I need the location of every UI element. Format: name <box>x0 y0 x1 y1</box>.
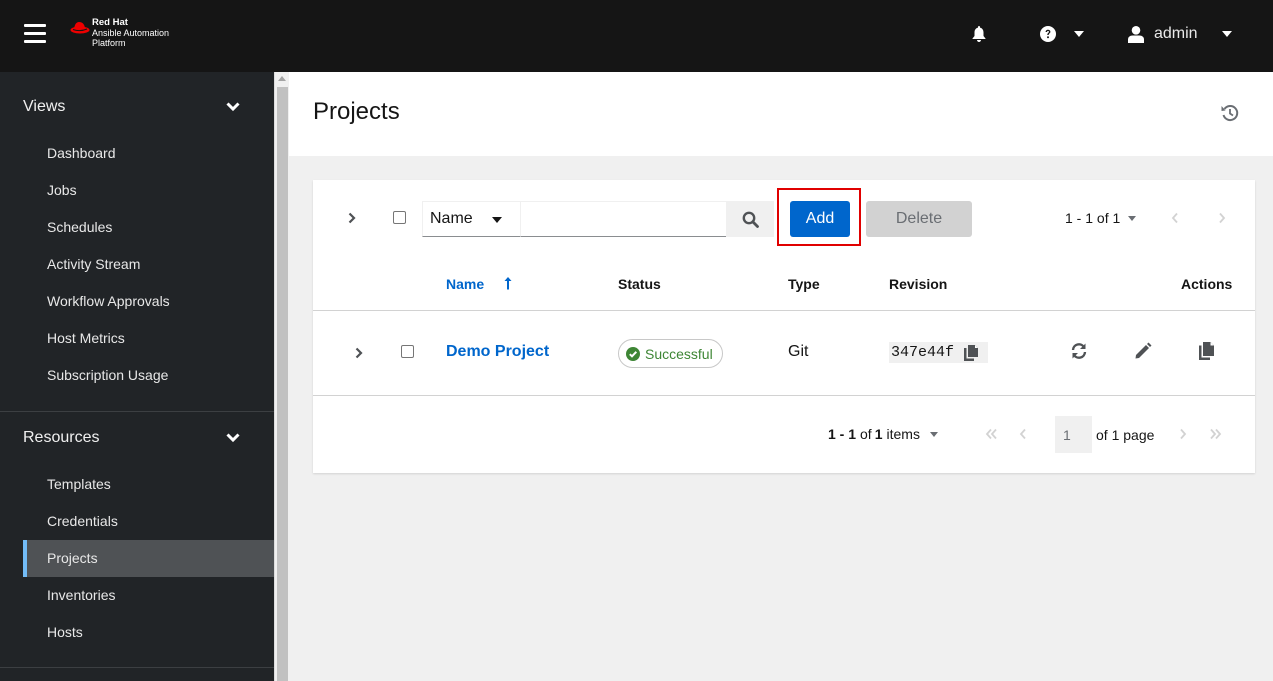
total-pages-label: of 1 page <box>1096 427 1155 443</box>
projects-list-card: Name Add Delete 1 - 1 of 1 Name Status T… <box>313 180 1255 473</box>
sidebar-scrollbar[interactable] <box>274 72 289 681</box>
copy-revision-icon[interactable] <box>964 344 979 361</box>
last-page-icon[interactable] <box>1207 427 1223 441</box>
expand-all-toggle-icon[interactable] <box>347 211 357 225</box>
search-button[interactable] <box>726 201 774 237</box>
caret-down-icon <box>492 217 502 223</box>
column-header-actions: Actions <box>1181 276 1233 292</box>
brand-product-line2: Platform <box>92 38 126 48</box>
red-hat-logo-icon <box>70 22 90 34</box>
next-page-icon[interactable] <box>1216 211 1228 225</box>
chevron-down-icon <box>1074 31 1084 37</box>
revision-hash: 347e44f <box>891 344 955 361</box>
sidebar-item-hosts[interactable]: Hosts <box>23 614 274 651</box>
hamburger-menu-icon[interactable] <box>24 24 46 44</box>
pagination-range: 1 - 1 <box>828 426 857 442</box>
page-title: Projects <box>313 98 400 125</box>
select-all-checkbox[interactable] <box>393 211 406 224</box>
sidebar-item-dashboard[interactable]: Dashboard <box>23 135 274 172</box>
sidebar-item-projects[interactable]: Projects <box>23 540 274 577</box>
filter-field-value: Name <box>430 210 473 227</box>
pagination-unit: items <box>886 426 920 442</box>
pagination-total: 1 <box>874 426 883 442</box>
row-select-checkbox[interactable] <box>401 345 414 358</box>
nav-group-resources[interactable]: Resources <box>23 429 99 447</box>
column-header-status: Status <box>618 276 661 292</box>
delete-button[interactable]: Delete <box>866 201 972 237</box>
bell-icon <box>972 26 986 42</box>
page-header: Projects <box>289 72 1273 156</box>
pagination-summary: 1 - 1 of 1 <box>1065 210 1121 226</box>
previous-page-icon[interactable] <box>1017 427 1029 441</box>
sidebar-item-credentials[interactable]: Credentials <box>23 503 274 540</box>
notifications-button[interactable] <box>972 24 986 44</box>
brand-logo[interactable]: Red Hat Ansible Automation Platform <box>70 18 169 48</box>
help-menu-toggle[interactable] <box>1040 24 1084 44</box>
column-header-revision: Revision <box>889 276 948 292</box>
chevron-down-icon[interactable] <box>226 102 240 112</box>
masthead: Red Hat Ansible Automation Platform admi… <box>0 0 1273 72</box>
column-header-type: Type <box>788 276 820 292</box>
edit-icon[interactable] <box>1134 342 1152 360</box>
current-page-input[interactable] <box>1055 416 1092 453</box>
sidebar-item-inventories[interactable]: Inventories <box>23 577 274 614</box>
table-row-divider <box>313 395 1255 396</box>
check-circle-icon <box>626 346 640 361</box>
pagination-of: of <box>860 426 872 442</box>
previous-page-icon[interactable] <box>1169 211 1181 225</box>
first-page-icon[interactable] <box>984 427 1000 441</box>
sort-ascending-icon[interactable] <box>503 276 513 290</box>
status-text: Successful <box>645 345 713 362</box>
copy-icon[interactable] <box>1198 342 1216 360</box>
chevron-down-icon[interactable] <box>226 433 240 443</box>
caret-down-icon <box>1128 215 1137 221</box>
user-icon <box>1128 25 1144 43</box>
caret-down-icon <box>929 431 938 437</box>
sidebar-item-workflow-approvals[interactable]: Workflow Approvals <box>23 283 274 320</box>
status-badge: Successful <box>618 339 723 368</box>
filter-field-select[interactable]: Name <box>422 201 521 237</box>
brand-product-line1: Ansible Automation <box>92 28 170 38</box>
sidebar-item-schedules[interactable]: Schedules <box>23 209 274 246</box>
sidebar-item-jobs[interactable]: Jobs <box>23 172 274 209</box>
chevron-down-icon <box>1221 31 1232 37</box>
nav-group-views[interactable]: Views <box>23 98 65 116</box>
pagination-toggle-bottom[interactable]: 1 - 1 of 1 items <box>828 426 938 442</box>
nav-divider <box>0 411 274 412</box>
project-name-link[interactable]: Demo Project <box>446 343 549 361</box>
help-icon <box>1040 26 1056 42</box>
scrollbar-thumb[interactable] <box>277 87 288 681</box>
sidebar-item-host-metrics[interactable]: Host Metrics <box>23 320 274 357</box>
revision-code: 347e44f <box>889 342 989 363</box>
search-input[interactable] <box>521 201 726 237</box>
nav-divider <box>0 667 274 668</box>
next-page-icon[interactable] <box>1177 427 1189 441</box>
sidebar-nav: Views Dashboard Jobs Schedules Activity … <box>0 72 274 681</box>
table-header-divider <box>313 310 1255 311</box>
project-type: Git <box>788 343 809 360</box>
sidebar-item-templates[interactable]: Templates <box>23 466 274 503</box>
column-header-name[interactable]: Name <box>446 276 484 292</box>
scroll-up-arrow-icon[interactable] <box>278 76 286 81</box>
pagination-toggle-top[interactable]: 1 - 1 of 1 <box>1065 210 1137 226</box>
sidebar-item-subscription-usage[interactable]: Subscription Usage <box>23 357 274 394</box>
user-menu-toggle[interactable]: admin <box>1128 24 1232 44</box>
history-icon[interactable] <box>1220 103 1240 123</box>
row-expand-icon[interactable] <box>354 346 364 360</box>
brand-name: Red Hat <box>92 17 128 28</box>
sync-icon[interactable] <box>1070 342 1088 360</box>
search-icon <box>742 211 759 228</box>
add-button[interactable]: Add <box>790 201 850 237</box>
user-name: admin <box>1154 25 1198 42</box>
sidebar-item-activity-stream[interactable]: Activity Stream <box>23 246 274 283</box>
